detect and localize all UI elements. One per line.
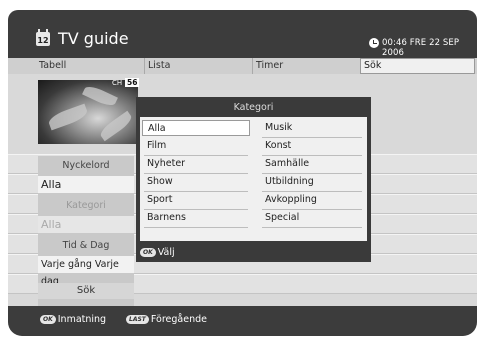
calendar-icon: 12: [36, 29, 50, 46]
tv-screen: 12 TV guide 00:46 FRE 22 SEP 2006 Tabell…: [8, 10, 477, 336]
channel-preview: [38, 80, 138, 144]
category-item-special[interactable]: Special: [260, 210, 364, 226]
page-title: TV guide: [58, 29, 129, 48]
category-field[interactable]: Alla: [38, 216, 134, 233]
keyword-field[interactable]: Alla: [38, 176, 134, 193]
category-item-utbildning[interactable]: Utbildning: [260, 174, 364, 190]
footer-ok-label: Inmatning: [57, 314, 107, 325]
category-item-film[interactable]: Film: [142, 138, 250, 154]
last-key-icon: LAST: [126, 315, 149, 324]
category-item-musik[interactable]: Musik: [260, 120, 364, 136]
tab-tabell[interactable]: Tabell: [36, 58, 144, 74]
category-item-konst[interactable]: Konst: [260, 138, 364, 154]
time-day-field[interactable]: Varje gång Varje dag: [38, 256, 134, 287]
category-item-alla[interactable]: Alla: [142, 120, 250, 136]
category-item-avkoppling[interactable]: Avkoppling: [260, 192, 364, 208]
footer-bar: OK Inmatning LAST Föregående: [8, 306, 477, 336]
search-panel: Nyckelord Alla Kategori Alla Tid & Dag V…: [38, 156, 134, 306]
category-item-show[interactable]: Show: [142, 174, 250, 190]
channel-label: CH: [112, 79, 123, 87]
select-hint: Välj: [157, 247, 175, 258]
channel-number: 56: [125, 78, 140, 87]
tab-bar: Tabell Lista Timer Sök: [8, 58, 477, 74]
footer-last-hint: LAST Föregående: [126, 314, 207, 325]
ok-key-icon: OK: [140, 248, 156, 257]
category-item-barnens[interactable]: Barnens: [142, 210, 250, 226]
tab-sok[interactable]: Sök: [360, 58, 475, 74]
category-item-samhalle[interactable]: Samhälle: [260, 156, 364, 172]
category-label: Kategori: [66, 200, 106, 211]
ok-key-icon: OK: [40, 315, 56, 324]
header-bar: 12 TV guide 00:46 FRE 22 SEP 2006: [8, 10, 477, 58]
popup-footer: OK Välj: [140, 247, 175, 258]
category-grid: Alla Film Nyheter Show Sport Barnens Mus…: [140, 117, 367, 241]
footer-last-label: Föregående: [150, 314, 207, 325]
tab-lista[interactable]: Lista: [144, 58, 252, 74]
keyword-label: Nyckelord: [62, 160, 110, 171]
time-day-label: Tid & Dag: [62, 240, 110, 251]
popup-title: Kategori: [233, 102, 274, 113]
clock-icon: [369, 38, 379, 48]
category-popup: Kategori Alla Film Nyheter Show Sport Ba…: [136, 97, 371, 262]
tab-timer[interactable]: Timer: [252, 58, 360, 74]
category-item-nyheter[interactable]: Nyheter: [142, 156, 250, 172]
footer-ok-hint: OK Inmatning: [40, 314, 106, 325]
category-item-sport[interactable]: Sport: [142, 192, 250, 208]
datetime-display: 00:46 FRE 22 SEP 2006: [382, 38, 460, 58]
search-button[interactable]: Sök: [38, 283, 134, 299]
